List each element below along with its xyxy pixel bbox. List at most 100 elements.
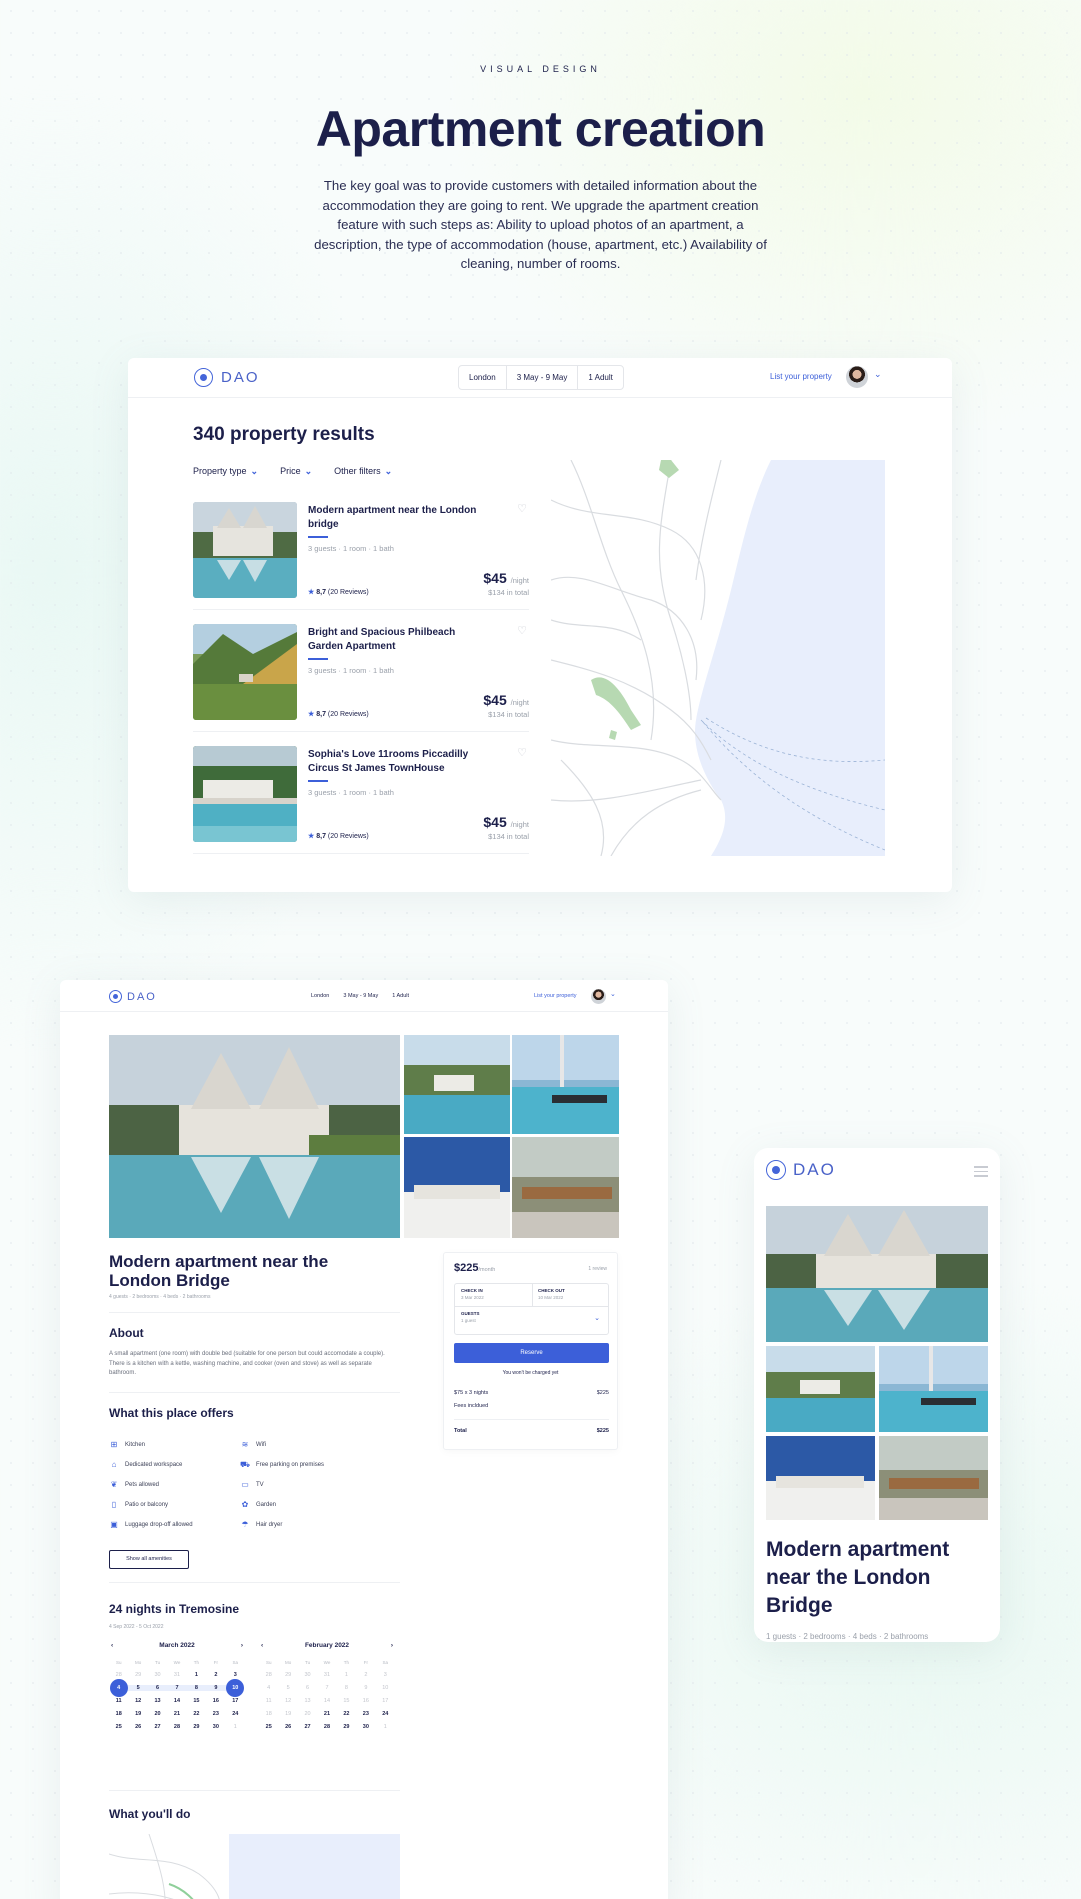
calendar-day[interactable]: 9 [356,1685,375,1691]
calendar-day[interactable]: 19 [128,1711,147,1717]
calendar-day[interactable]: 22 [187,1711,206,1717]
gallery-photo[interactable] [766,1346,875,1432]
calendar-day[interactable]: 23 [206,1711,225,1717]
calendar-day[interactable]: 4 [259,1685,278,1691]
calendar-day[interactable]: 3 [226,1672,245,1678]
chevron-down-icon[interactable]: ⌄ [594,1314,600,1322]
gallery-photo[interactable] [766,1436,875,1520]
check-out-field[interactable]: CHECK OUT 10 Mar 2022 [538,1288,565,1300]
calendar-day[interactable]: 7 [167,1685,187,1691]
calendar-day[interactable]: 24 [376,1711,395,1717]
listing-card[interactable]: Modern apartment near the London bridge … [193,502,529,610]
chevron-right-icon[interactable]: › [241,1642,243,1649]
calendar-day[interactable]: 6 [147,1685,168,1691]
search-dates[interactable]: 3 May - 9 May [336,989,385,1003]
listing-title[interactable]: Sophia's Love 11rooms Piccadilly Circus … [308,748,478,776]
listing-title[interactable]: Modern apartment near the London bridge [308,504,478,532]
calendar-day[interactable]: 3 [376,1672,395,1678]
filter-other[interactable]: Other filters ⌄ [334,466,392,477]
calendar-day[interactable]: 21 [317,1711,336,1717]
calendar-day[interactable]: 26 [278,1724,297,1730]
heart-icon[interactable]: ♡ [517,502,527,515]
calendar-day[interactable]: 28 [167,1724,186,1730]
calendar-day[interactable]: 15 [187,1698,206,1704]
chevron-left-icon[interactable]: ‹ [111,1642,113,1649]
calendar-day[interactable]: 30 [206,1724,225,1730]
calendar-day[interactable]: 15 [337,1698,356,1704]
calendar-day[interactable]: 17 [376,1698,395,1704]
calendar-day[interactable]: 25 [109,1724,128,1730]
heart-icon[interactable]: ♡ [517,746,527,759]
search-location[interactable]: London [304,989,336,1003]
calendar-day[interactable]: 16 [356,1698,375,1704]
menu-icon[interactable] [974,1166,988,1180]
gallery-main-photo[interactable] [766,1206,988,1342]
calendar-day[interactable]: 8 [337,1685,356,1691]
results-map[interactable] [551,460,885,856]
calendar-day[interactable]: 16 [206,1698,225,1704]
search-guests[interactable]: 1 Adult [385,989,416,1003]
gallery-photo[interactable] [404,1035,510,1134]
booking-reviews[interactable]: 1 review [588,1266,607,1272]
list-property-link[interactable]: List your property [534,993,577,999]
gallery-photo[interactable] [404,1137,510,1238]
calendar-day[interactable]: 18 [259,1711,278,1717]
listing-card[interactable]: Bright and Spacious Philbeach Garden Apa… [193,624,529,732]
listing-title[interactable]: Bright and Spacious Philbeach Garden Apa… [308,626,478,654]
chevron-left-icon[interactable]: ‹ [261,1642,263,1649]
heart-icon[interactable]: ♡ [517,624,527,637]
calendar-day[interactable]: 22 [337,1711,356,1717]
chevron-down-icon[interactable]: ⌄ [874,369,882,380]
calendar-day[interactable]: 12 [128,1698,147,1704]
calendar-day[interactable]: 11 [259,1698,278,1704]
search-location[interactable]: London [459,366,507,389]
gallery-photo[interactable] [879,1346,988,1432]
guests-field[interactable]: GUESTS 1 guest [461,1311,480,1323]
calendar-day[interactable]: 13 [148,1698,167,1704]
calendar-day[interactable]: 12 [278,1698,297,1704]
calendar-day[interactable]: 1 [187,1672,206,1678]
calendar-day[interactable]: 11 [109,1698,128,1704]
search-dates[interactable]: 3 May - 9 May [507,366,579,389]
show-all-amenities-button[interactable]: Show all amenities [109,1550,189,1569]
calendar-day[interactable]: 27 [148,1724,167,1730]
calendar-day[interactable]: 24 [226,1711,245,1717]
calendar-day[interactable]: 20 [148,1711,167,1717]
calendar-day[interactable]: 20 [298,1711,317,1717]
search-bar[interactable]: London 3 May - 9 May 1 Adult [458,365,624,390]
calendar-day[interactable]: 27 [298,1724,317,1730]
list-property-link[interactable]: List your property [770,372,832,381]
search-bar[interactable]: London 3 May - 9 May 1 Adult [304,989,417,1003]
calendar-day[interactable]: 21 [167,1711,186,1717]
chevron-right-icon[interactable]: › [391,1642,393,1649]
calendar-day[interactable]: 1 [337,1672,356,1678]
calendar-day[interactable]: 26 [128,1724,147,1730]
calendar-day[interactable]: 10 [226,1679,245,1697]
calendar-day[interactable]: 14 [167,1698,186,1704]
calendar-day[interactable]: 29 [337,1724,356,1730]
calendar-day[interactable]: 13 [298,1698,317,1704]
calendar-day[interactable]: 8 [186,1685,207,1691]
listing-card[interactable]: Sophia's Love 11rooms Piccadilly Circus … [193,746,529,854]
calendar-day[interactable]: 2 [206,1672,225,1678]
filter-price[interactable]: Price ⌄ [280,466,312,477]
calendar-day[interactable]: 9 [206,1685,226,1691]
calendar-day[interactable]: 28 [317,1724,336,1730]
calendar-day[interactable]: 30 [356,1724,375,1730]
activity-map[interactable] [109,1834,400,1899]
calendar-day[interactable]: 7 [317,1685,336,1691]
calendar-day[interactable]: 14 [317,1698,336,1704]
calendar-day[interactable]: 19 [278,1711,297,1717]
calendar-day[interactable]: 29 [187,1724,206,1730]
gallery-photo[interactable] [879,1436,988,1520]
calendar-day[interactable]: 6 [298,1685,317,1691]
logo[interactable]: DAO [109,990,157,1003]
calendar-day[interactable]: 25 [259,1724,278,1730]
calendar-day[interactable]: 18 [109,1711,128,1717]
search-guests[interactable]: 1 Adult [578,366,622,389]
calendar-day[interactable]: 23 [356,1711,375,1717]
check-in-field[interactable]: CHECK IN 3 Mar 2022 [461,1288,484,1300]
calendar-day[interactable]: 17 [226,1698,245,1704]
calendar-day[interactable]: 5 [278,1685,297,1691]
avatar[interactable] [591,989,606,1004]
